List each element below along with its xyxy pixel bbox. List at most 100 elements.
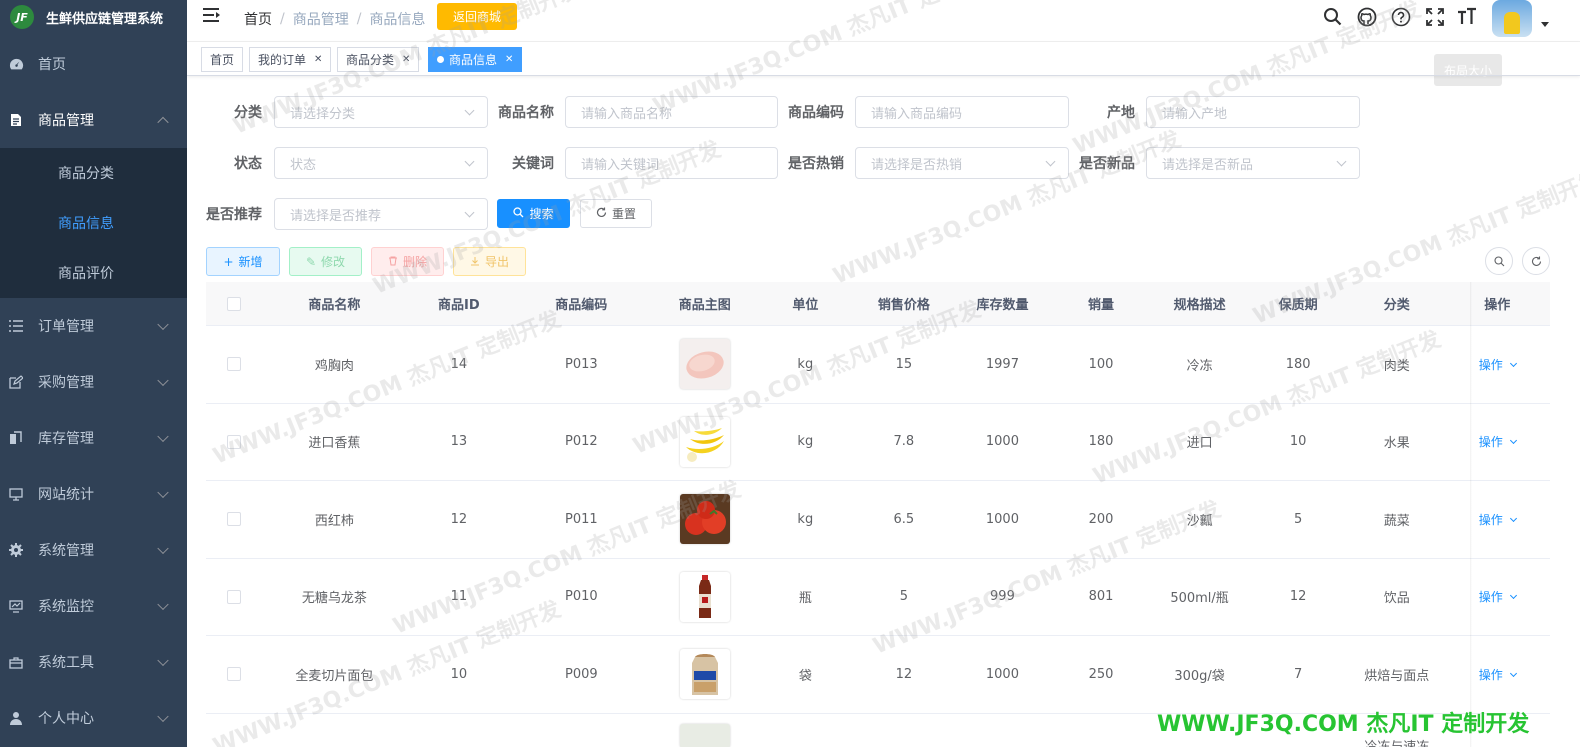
tomato-image[interactable] <box>679 494 730 545</box>
keyword-input[interactable]: 请输入关键词 <box>565 147 778 179</box>
edit-icon <box>8 374 24 390</box>
row-action-dropdown[interactable]: 操作 <box>1479 435 1517 449</box>
cell-name: 进口香蕉 <box>308 436 361 452</box>
chevron-down-icon <box>157 430 169 443</box>
select-all-checkbox[interactable] <box>226 296 241 311</box>
col-shelf[interactable]: 保质期 <box>1247 294 1349 313</box>
chicken-breast-image[interactable] <box>679 339 730 390</box>
hamburger-icon[interactable] <box>203 8 221 24</box>
col-category[interactable]: 分类 <box>1349 294 1445 313</box>
row-action-dropdown[interactable]: 操作 <box>1479 358 1517 372</box>
row-checkbox[interactable] <box>226 667 241 682</box>
fullscreen-icon[interactable] <box>1425 7 1445 27</box>
col-unit[interactable]: 单位 <box>758 294 854 313</box>
col-price[interactable]: 销售价格 <box>853 294 955 313</box>
cell-sales: 180 <box>1088 434 1114 450</box>
recommend-label: 是否推荐 <box>206 207 262 223</box>
active-dot-icon <box>437 56 444 63</box>
sidebar-item-system[interactable]: 系统管理 <box>0 522 187 578</box>
hot-select[interactable]: 请选择是否热销 <box>855 147 1069 179</box>
cell-code: P011 <box>564 511 598 527</box>
row-checkbox[interactable] <box>226 434 241 449</box>
search-icon[interactable] <box>1323 7 1343 27</box>
avatar[interactable] <box>1492 0 1532 37</box>
cell-category: 蔬菜 <box>1383 513 1410 529</box>
reset-button[interactable]: 重置 <box>580 199 652 228</box>
category-select[interactable]: 请选择分类 <box>274 96 488 128</box>
sidebar-item-label: 商品分类 <box>58 166 114 182</box>
table-row[interactable]: 进口香蕉 13 P012 kg 7.8 1000 180 进口 10 水果 操作 <box>206 404 1550 481</box>
breadcrumb: 首页 / 商品管理 / 商品信息 <box>244 9 426 29</box>
cell-code: P013 <box>564 356 598 372</box>
banana-image[interactable] <box>679 416 730 467</box>
table-row[interactable]: 无糖乌龙茶 11 P010 瓶 5 999 801 500ml/瓶 12 饮品 … <box>206 559 1550 636</box>
sidebar-item-goods[interactable]: 商品管理 <box>0 92 187 148</box>
row-action-dropdown[interactable]: 操作 <box>1479 513 1517 527</box>
caret-down-icon[interactable] <box>1541 22 1549 27</box>
sidebar-item-goods-info[interactable]: 商品信息 <box>0 198 187 248</box>
fixed-column-shadow <box>1470 282 1472 747</box>
tag-goods-info[interactable]: 商品信息 ✕ <box>428 47 523 72</box>
sidebar-item-inventory[interactable]: 库存管理 <box>0 410 187 466</box>
chevron-up-icon <box>157 116 169 129</box>
refresh-table-button[interactable] <box>1522 247 1550 275</box>
row-checkbox[interactable] <box>226 589 241 604</box>
font-size-icon[interactable] <box>1457 7 1477 27</box>
export-button[interactable]: 导出 <box>453 247 526 276</box>
status-select[interactable]: 状态 <box>274 147 488 179</box>
toggle-search-button[interactable] <box>1485 247 1513 275</box>
breadcrumb-home[interactable]: 首页 <box>244 9 272 29</box>
sidebar-item-monitor[interactable]: 系统监控 <box>0 578 187 634</box>
search-button[interactable]: 搜索 <box>497 199 570 228</box>
product-image-partial[interactable] <box>679 723 730 747</box>
help-icon[interactable] <box>1391 7 1411 27</box>
col-id[interactable]: 商品ID <box>407 294 511 313</box>
sidebar-item-goods-review[interactable]: 商品评价 <box>0 248 187 298</box>
name-label: 商品名称 <box>498 105 554 121</box>
col-action: 操作 <box>1484 298 1511 313</box>
sidebar-item-profile[interactable]: 个人中心 <box>0 690 187 746</box>
sidebar-item-purchase[interactable]: 采购管理 <box>0 354 187 410</box>
col-code[interactable]: 商品编码 <box>511 294 652 313</box>
bread-image[interactable] <box>679 649 730 700</box>
close-icon[interactable]: ✕ <box>314 54 322 65</box>
origin-input[interactable]: 请输入产地 <box>1146 96 1360 128</box>
row-checkbox[interactable] <box>226 357 241 372</box>
row-action-dropdown[interactable]: 操作 <box>1479 668 1517 682</box>
table-row[interactable]: 西红柿 12 P011 kg 6.5 1000 200 沙瓤 5 蔬菜 操作 <box>206 481 1550 559</box>
tag-goods-category[interactable]: 商品分类 ✕ <box>337 47 420 72</box>
close-icon[interactable]: ✕ <box>402 54 410 65</box>
tea-bottle-image[interactable] <box>679 571 730 622</box>
toolbox-icon <box>8 654 24 670</box>
name-input[interactable]: 请输入商品名称 <box>565 96 778 128</box>
row-action-dropdown[interactable]: 操作 <box>1479 590 1517 604</box>
add-button[interactable]: + 新增 <box>206 247 280 276</box>
col-name[interactable]: 商品名称 <box>262 294 407 313</box>
col-sales[interactable]: 销量 <box>1050 294 1152 313</box>
sidebar-item-statistics[interactable]: 网站统计 <box>0 466 187 522</box>
sidebar-item-tools[interactable]: 系统工具 <box>0 634 187 690</box>
row-checkbox[interactable] <box>226 512 241 527</box>
cell-spec: 500ml/瓶 <box>1170 591 1229 607</box>
code-input[interactable]: 请输入商品编码 <box>855 96 1069 128</box>
sidebar-item-orders[interactable]: 订单管理 <box>0 298 187 354</box>
recommend-select[interactable]: 请选择是否推荐 <box>274 198 488 230</box>
new-select[interactable]: 请选择是否新品 <box>1146 147 1360 179</box>
sidebar-item-goods-category[interactable]: 商品分类 <box>0 148 187 198</box>
back-to-mall-button[interactable]: 返回商城 <box>437 3 517 30</box>
col-stock[interactable]: 库存数量 <box>955 294 1051 313</box>
tag-my-orders[interactable]: 我的订单 ✕ <box>249 47 332 72</box>
table-row[interactable]: 全麦切片面包 10 P009 袋 12 1000 250 300g/袋 7 烘焙… <box>206 636 1550 714</box>
tag-home[interactable]: 首页 <box>201 47 244 72</box>
table-row[interactable]: 鸡胸肉 14 P013 kg 15 1997 100 冷冻 180 肉类 操作 <box>206 326 1550 404</box>
github-icon[interactable] <box>1357 7 1377 27</box>
logo[interactable]: JF 生鲜供应链管理系统 <box>0 0 187 34</box>
col-spec[interactable]: 规格描述 <box>1152 294 1248 313</box>
cell-name: 西红柿 <box>314 513 354 529</box>
brand-footer: WWW.JF3Q.COM 杰凡IT 定制开发 <box>1157 712 1530 737</box>
sidebar: JF 生鲜供应链管理系统 首页 商品管理 商品分类 商品信息 商品评价 订单管理… <box>0 0 187 747</box>
edit-button[interactable]: ✎ 修改 <box>289 247 362 276</box>
close-icon[interactable]: ✕ <box>505 54 513 65</box>
delete-button[interactable]: 删除 <box>371 247 444 276</box>
sidebar-item-home[interactable]: 首页 <box>0 36 187 92</box>
